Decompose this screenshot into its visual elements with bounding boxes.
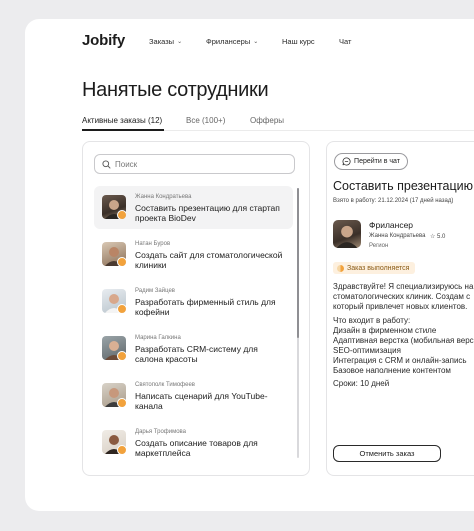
description-line: который привлечет новых клиентов. — [333, 302, 468, 311]
chevron-down-icon: ⌄ — [177, 39, 183, 45]
order-title: Разработать фирменный стиль для кофейни — [135, 297, 276, 317]
active-tab-indicator — [82, 129, 164, 131]
tab-active-orders-count: (12) — [147, 116, 163, 125]
region: Регион — [369, 243, 389, 249]
nav-chat-label: Чат — [339, 37, 352, 46]
taken-date: Взято в работу: 21.12.2024 (17 дней наза… — [333, 198, 454, 204]
avatar — [102, 430, 126, 454]
description-line: Дизайн в фирменном стиле — [333, 326, 437, 335]
status-badge: Заказ выполняется — [333, 262, 416, 274]
avatar[interactable] — [333, 220, 361, 248]
chevron-down-icon: ⌄ — [253, 39, 259, 45]
order-description: Здравствуйте! Я специализируюсь на стома… — [333, 282, 474, 389]
order-title: Разработать CRM-систему для салона красо… — [135, 344, 258, 364]
list-item[interactable]: Натан Буров Создать сайт для стоматологи… — [94, 233, 293, 276]
search-placeholder: Поиск — [115, 159, 138, 169]
tab-active-orders-label: Активные заказы — [82, 116, 146, 125]
status-badge — [117, 351, 126, 360]
tab-offers[interactable]: Офферы — [250, 116, 284, 125]
search-input[interactable]: Поиск — [94, 154, 295, 174]
nav-orders-label: Заказы — [149, 37, 175, 46]
nav-course[interactable]: Наш курс — [282, 37, 315, 46]
order-title: Создать описание товаров для маркетплейс… — [135, 438, 258, 458]
description-line: стоматологических клиник. Создам с — [333, 292, 471, 301]
description-line: Интеграция с CRM и онлайн-запись — [333, 356, 467, 365]
freelancer-name: Радим Зайцев — [135, 288, 175, 294]
description-line: Здравствуйте! Я специализируюсь на — [333, 282, 474, 291]
go-to-chat-label: Перейти в чат — [354, 158, 400, 165]
avatar — [102, 383, 126, 407]
freelancer-name: Жанна Кондратьева — [135, 194, 192, 200]
freelancer-name: Святополк Тимофеев — [135, 382, 195, 388]
person-photo — [336, 225, 358, 248]
order-title: Составить презентацию для стартап проект… — [135, 203, 280, 223]
tab-all[interactable]: Все (100+) — [186, 116, 225, 125]
freelancer-role: Фрилансер — [369, 220, 414, 230]
freelancer-name: Дарья Трофимова — [135, 429, 186, 435]
order-title: Написать сценарий для YouTube-канала — [135, 391, 268, 411]
list-item[interactable]: Радим Зайцев Разработать фирменный стиль… — [94, 280, 293, 323]
search-icon — [102, 160, 111, 169]
list-item[interactable]: Жанна Кондратьева Составить презентацию … — [94, 186, 293, 229]
list-item[interactable]: Марина Галкина Разработать CRM-систему д… — [94, 327, 293, 370]
freelancer-name: Марина Галкина — [135, 335, 181, 341]
description-line: Адаптивная верстка (мобильная верс — [333, 336, 474, 345]
deadline: Сроки: 10 дней — [333, 379, 390, 388]
avatar — [102, 336, 126, 360]
avatar — [102, 195, 126, 219]
cancel-order-button[interactable]: Отменить заказ — [333, 445, 441, 462]
order-title: Создать сайт для стоматологической клини… — [135, 250, 283, 270]
chat-icon — [342, 157, 351, 166]
description-line: SEO-оптимизация — [333, 346, 401, 355]
avatar — [102, 242, 126, 266]
logo[interactable]: Jobify — [82, 32, 125, 49]
avatar — [102, 289, 126, 313]
list-item[interactable]: Дарья Трофимова Создать описание товаров… — [94, 421, 293, 464]
freelancer-name: Натан Буров — [135, 241, 171, 247]
status-badge — [117, 257, 126, 266]
status-badge — [117, 304, 126, 313]
rating: ☆ 5.0 — [430, 234, 446, 240]
nav-freelancers-label: Фрилансеры — [206, 37, 251, 46]
scrollbar-thumb[interactable] — [297, 188, 299, 338]
description-line: Базовое наполнение контентом — [333, 366, 451, 375]
status-badge — [117, 445, 126, 454]
nav-orders[interactable]: Заказы ⌄ — [149, 37, 182, 46]
order-detail-panel: Перейти в чат Составить презентацию Взят… — [326, 141, 474, 476]
freelancer-name[interactable]: Жанна Кондратьева — [369, 233, 425, 239]
description-line: Что входит в работу: — [333, 316, 411, 325]
app-window: Jobify Заказы ⌄ Фрилансеры ⌄ Наш курс Ча… — [25, 19, 474, 511]
list-item[interactable]: Святополк Тимофеев Написать сценарий для… — [94, 374, 293, 417]
progress-icon — [337, 264, 344, 272]
status-badge — [117, 398, 126, 407]
tab-active-orders[interactable]: Активные заказы (12) — [82, 116, 162, 125]
status-label: Заказ выполняется — [347, 264, 410, 272]
go-to-chat-button[interactable]: Перейти в чат — [334, 153, 408, 170]
status-badge — [117, 210, 126, 219]
nav-freelancers[interactable]: Фрилансеры ⌄ — [206, 37, 258, 46]
page-title: Нанятые сотрудники — [82, 79, 269, 101]
order-detail-title: Составить презентацию — [333, 179, 473, 193]
orders-list-panel: Поиск Жанна Кондратьева Составить презен… — [82, 141, 310, 476]
nav-course-label: Наш курс — [282, 37, 315, 46]
nav-chat[interactable]: Чат — [339, 37, 351, 46]
